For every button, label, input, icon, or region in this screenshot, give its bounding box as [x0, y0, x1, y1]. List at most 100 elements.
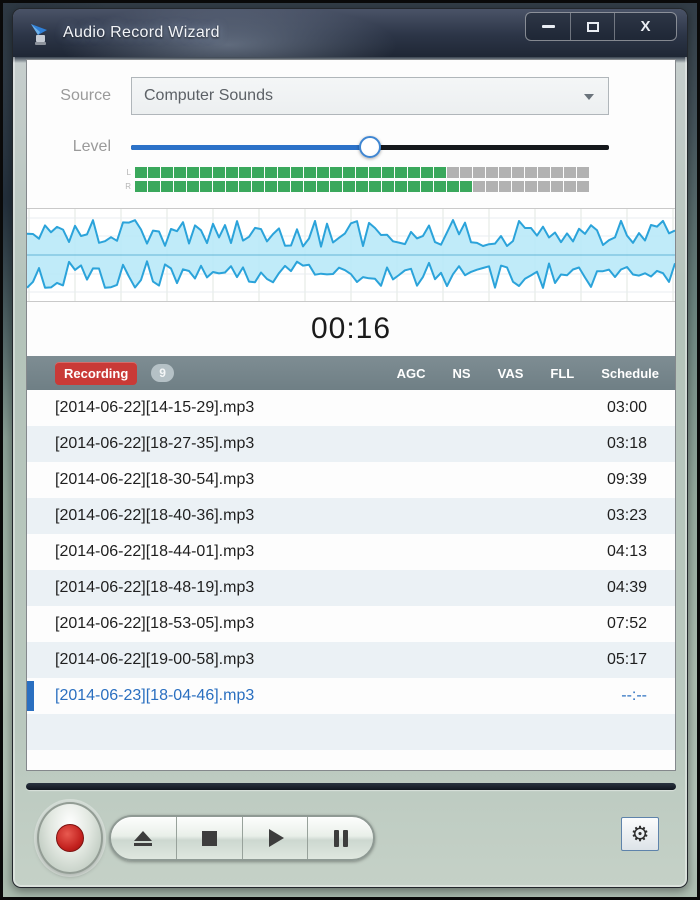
vu-block — [356, 181, 368, 192]
vu-block — [135, 167, 147, 178]
vu-block — [213, 167, 225, 178]
vu-block — [330, 167, 342, 178]
vu-block — [408, 181, 420, 192]
source-select[interactable]: Computer Sounds — [131, 77, 609, 115]
minimize-button[interactable] — [526, 13, 570, 40]
vu-block — [460, 181, 472, 192]
vu-block — [408, 167, 420, 178]
gear-icon: ⚙ — [631, 824, 650, 845]
file-name: [2014-06-23][18-04-46].mp3 — [55, 687, 254, 705]
app-window: Audio Record Wizard X Source Computer So… — [12, 8, 688, 888]
list-item[interactable]: [2014-06-22][18-40-36].mp3 03:23 — [27, 498, 675, 534]
file-name: [2014-06-22][18-40-36].mp3 — [55, 507, 254, 525]
toggle-vas[interactable]: VAS — [498, 366, 524, 381]
level-slider[interactable] — [131, 136, 609, 158]
vu-block — [525, 167, 537, 178]
vu-block — [226, 181, 238, 192]
vu-block — [174, 181, 186, 192]
vu-block — [421, 167, 433, 178]
stop-icon — [202, 831, 217, 846]
vu-block — [161, 167, 173, 178]
close-button[interactable]: X — [614, 13, 676, 40]
file-duration: 04:13 — [607, 543, 647, 561]
recording-count-badge: 9 — [151, 364, 174, 382]
maximize-button[interactable] — [570, 13, 614, 40]
vu-block — [200, 181, 212, 192]
vu-block — [330, 181, 342, 192]
toggle-schedule[interactable]: Schedule — [601, 366, 659, 381]
file-name: [2014-06-22][18-30-54].mp3 — [55, 471, 254, 489]
vu-block — [525, 181, 537, 192]
list-item[interactable]: [2014-06-22][14-15-29].mp303:00 — [27, 390, 675, 426]
file-duration: 07:52 — [607, 615, 647, 633]
vu-block — [278, 181, 290, 192]
vu-block — [473, 167, 485, 178]
vu-block — [174, 167, 186, 178]
window-title: Audio Record Wizard — [63, 24, 220, 42]
bottom-separator — [26, 783, 676, 790]
vu-block — [395, 167, 407, 178]
file-duration: 05:17 — [607, 651, 647, 669]
vu-meter: LR — [119, 167, 675, 192]
vu-block — [278, 167, 290, 178]
list-item[interactable]: [2014-06-22][18-48-19].mp304:39 — [27, 570, 675, 606]
waveform-graphic — [27, 209, 675, 301]
list-item[interactable]: [2014-06-22][18-53-05].mp307:52 — [27, 606, 675, 642]
source-value: Computer Sounds — [144, 87, 273, 105]
waveform-display — [27, 208, 675, 302]
vu-block — [369, 167, 381, 178]
content-panel: Source Computer Sounds Level LR 00:16 Re… — [26, 59, 676, 771]
vu-block — [486, 167, 498, 178]
file-duration: 09:39 — [607, 471, 647, 489]
vu-block — [291, 167, 303, 178]
vu-block — [200, 167, 212, 178]
stop-button[interactable] — [176, 817, 242, 859]
vu-block — [265, 181, 277, 192]
list-item[interactable]: [2014-06-22][18-44-01].mp304:13 — [27, 534, 675, 570]
vu-block — [252, 167, 264, 178]
vu-block — [148, 181, 160, 192]
vu-block — [512, 167, 524, 178]
vu-block — [421, 181, 433, 192]
vu-block — [265, 167, 277, 178]
file-name: [2014-06-22][19-00-58].mp3 — [55, 651, 254, 669]
vu-block — [382, 167, 394, 178]
list-item[interactable]: [2014-06-23][18-04-46].mp3--:-- — [27, 678, 675, 714]
elapsed-timer: 00:16 — [27, 302, 675, 356]
toggle-agc[interactable]: AGC — [397, 366, 426, 381]
vu-block — [473, 181, 485, 192]
vu-block — [551, 181, 563, 192]
list-item[interactable]: [2014-06-22][18-30-54].mp3 09:39 — [27, 462, 675, 498]
close-icon: X — [640, 19, 650, 34]
record-button[interactable] — [37, 802, 103, 874]
vu-block — [538, 181, 550, 192]
pause-button[interactable] — [307, 817, 373, 859]
title-bar[interactable]: Audio Record Wizard X — [13, 9, 687, 57]
vu-block — [538, 167, 550, 178]
vu-block — [499, 181, 511, 192]
channel-label: L — [119, 168, 131, 177]
slider-fill — [131, 145, 370, 150]
vu-block — [343, 181, 355, 192]
list-header: Recording 9 AGCNSVASFLLSchedule — [27, 356, 675, 390]
vu-block — [213, 181, 225, 192]
toggle-fll[interactable]: FLL — [550, 366, 574, 381]
vu-block — [304, 167, 316, 178]
list-item[interactable]: [2014-06-22][18-27-35].mp303:18 — [27, 426, 675, 462]
file-name: [2014-06-22][14-15-29].mp3 — [55, 399, 254, 417]
file-name: [2014-06-22][18-48-19].mp3 — [55, 579, 254, 597]
vu-block — [239, 181, 251, 192]
slider-thumb[interactable] — [359, 136, 381, 158]
toggle-ns[interactable]: NS — [453, 366, 471, 381]
list-filler — [27, 714, 675, 750]
vu-block — [343, 167, 355, 178]
vu-block — [135, 181, 147, 192]
play-icon — [269, 829, 284, 847]
vu-block — [577, 181, 589, 192]
settings-button[interactable]: ⚙ — [621, 817, 659, 851]
level-label: Level — [27, 138, 111, 156]
play-button[interactable] — [242, 817, 308, 859]
file-duration: 03:23 — [607, 507, 647, 525]
eject-button[interactable] — [111, 817, 176, 859]
list-item[interactable]: [2014-06-22][19-00-58].mp3 05:17 — [27, 642, 675, 678]
